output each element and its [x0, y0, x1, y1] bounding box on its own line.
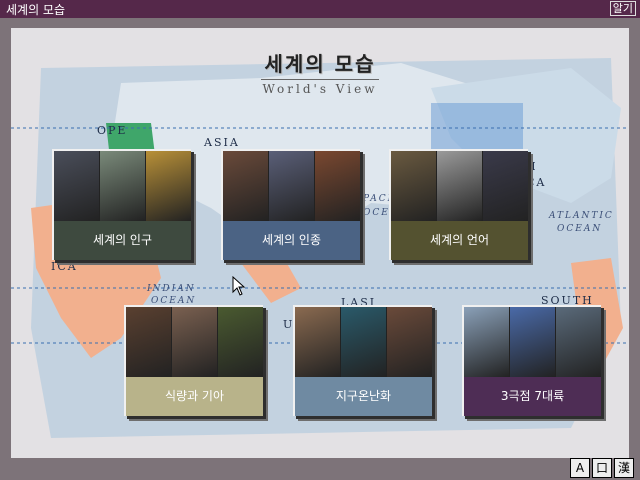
card-poles-continents[interactable]: 3극점 7대륙	[462, 305, 601, 416]
card-photos	[295, 307, 432, 377]
card-world-languages[interactable]: 세계의 언어	[389, 149, 528, 260]
map-label-africa: ICA	[51, 260, 78, 273]
elder-photo	[172, 307, 218, 377]
portrait-photo	[223, 151, 269, 221]
script-photo	[483, 151, 528, 221]
card-label: 3극점 7대륙	[464, 377, 601, 416]
card-world-population[interactable]: 세계의 인구	[52, 149, 191, 260]
map-label-europe: OPE	[97, 124, 128, 137]
page-title: 세계의 모습	[264, 52, 376, 76]
globe-photo	[341, 307, 387, 377]
people-photo	[146, 151, 191, 221]
card-photos	[391, 151, 528, 221]
title-divider	[261, 79, 379, 80]
card-photos	[223, 151, 360, 221]
card-label: 지구온난화	[295, 377, 432, 416]
page-subtitle: World's View	[262, 82, 378, 96]
penguin-photo	[556, 307, 601, 377]
window-title: 세계의 모습	[6, 3, 66, 17]
crowd-photo	[54, 151, 100, 221]
mouse-pointer-icon	[232, 276, 246, 296]
map-label-asia: ASIA	[204, 136, 240, 149]
script-photo	[391, 151, 437, 221]
map-label-atlantic: ATLANTIC	[549, 211, 614, 221]
card-food-hunger[interactable]: 식량과 기아	[124, 305, 263, 416]
map-label-pacific-ocean: OCE	[363, 208, 390, 218]
portrait-photo	[315, 151, 360, 221]
card-label: 세계의 인종	[223, 221, 360, 260]
child-photo	[126, 307, 172, 377]
landscape-photo	[387, 307, 432, 377]
input-mode-button[interactable]: 口	[592, 458, 612, 478]
input-mode-indicator: A 口 漢	[568, 458, 634, 478]
map-label-atlantic-ocean: OCEAN	[557, 224, 603, 234]
portrait-photo	[269, 151, 315, 221]
card-label: 식량과 기아	[126, 377, 263, 416]
field-photo	[218, 307, 263, 377]
dry-earth-photo	[295, 307, 341, 377]
map-label-indian: INDIAN	[147, 284, 196, 294]
card-label: 세계의 인구	[54, 221, 191, 260]
script-photo	[437, 151, 483, 221]
latin-mode-button[interactable]: A	[570, 458, 590, 478]
card-world-races[interactable]: 세계의 인종	[221, 149, 360, 260]
card-photos	[464, 307, 601, 377]
map-label-america: CA	[526, 176, 547, 189]
card-global-warming[interactable]: 지구온난화	[293, 305, 432, 416]
statistics-table-photo	[100, 151, 146, 221]
close-button[interactable]: 알기	[609, 1, 636, 16]
iceberg-photo	[464, 307, 510, 377]
main-title-block: 세계의 모습 World's View	[11, 48, 629, 96]
card-photos	[54, 151, 191, 221]
explorer-photo	[510, 307, 556, 377]
card-label: 세계의 언어	[391, 221, 528, 260]
window-titlebar: 세계의 모습 알기	[0, 0, 640, 18]
hanja-mode-button[interactable]: 漢	[614, 458, 634, 478]
card-photos	[126, 307, 263, 377]
